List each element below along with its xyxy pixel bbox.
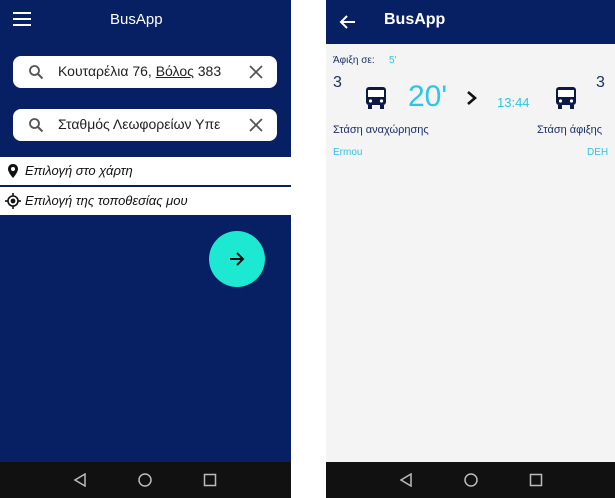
arrival-clock: 13:44	[497, 95, 530, 110]
wait-time: 20'	[408, 80, 448, 113]
origin-value: Κουταρέλια 76, Βόλος 383	[58, 63, 222, 79]
back-nav-icon[interactable]	[399, 473, 413, 487]
arrival-stop-name: DEH	[587, 147, 609, 158]
back-arrow-icon[interactable]	[338, 10, 358, 34]
chevron-right-icon	[467, 91, 477, 105]
left-phone-screen: BusApp Κουταρέλια 76, Βόλος 383 Σταθμός …	[0, 0, 291, 498]
departure-stop-name: Ermou	[333, 147, 363, 158]
origin-search-field[interactable]: Κουταρέλια 76, Βόλος 383	[13, 56, 277, 88]
app-bar: BusApp	[326, 0, 615, 44]
arrival-stop-label: Στάση άφιξης	[537, 124, 603, 136]
system-nav-bar	[326, 462, 615, 498]
home-nav-icon[interactable]	[464, 473, 478, 487]
arrival-label: Άφιξη σε:	[333, 55, 375, 66]
arrow-right-icon	[230, 252, 245, 266]
app-title: BusApp	[110, 11, 163, 28]
back-nav-icon[interactable]	[73, 473, 87, 487]
go-button[interactable]	[209, 231, 265, 287]
destination-search-field[interactable]: Σταθμός Λεωφορείων Υπε	[13, 109, 277, 141]
destination-value: Σταθμός Λεωφορείων Υπε	[58, 116, 221, 132]
arrival-bus-line: 3	[596, 74, 605, 91]
search-icon	[29, 118, 44, 133]
option-label: Επιλογή της τοποθεσίας μου	[25, 193, 188, 208]
map-pin-icon	[8, 164, 18, 178]
right-phone-screen: BusApp	[326, 0, 615, 498]
option-label: Επιλογή στο χάρτη	[25, 163, 133, 178]
clear-icon[interactable]	[249, 118, 263, 132]
recents-nav-icon[interactable]	[203, 473, 217, 487]
app-bar: BusApp	[0, 0, 291, 44]
app-title: BusApp	[384, 11, 446, 28]
clear-icon[interactable]	[249, 65, 263, 79]
option-my-location[interactable]: Επιλογή της τοποθεσίας μου	[0, 187, 291, 215]
my-location-icon	[5, 193, 21, 209]
arrival-minutes: 5'	[389, 55, 397, 66]
bus-icon	[556, 87, 576, 109]
recents-nav-icon[interactable]	[529, 473, 543, 487]
option-pick-on-map[interactable]: Επιλογή στο χάρτη	[0, 157, 291, 185]
menu-icon[interactable]	[13, 12, 31, 26]
departure-stop-label: Στάση αναχώρησης	[333, 124, 429, 136]
search-icon	[29, 65, 44, 80]
departure-bus-line: 3	[333, 74, 342, 91]
bus-icon	[366, 87, 386, 109]
system-nav-bar	[0, 462, 291, 498]
home-nav-icon[interactable]	[138, 473, 152, 487]
